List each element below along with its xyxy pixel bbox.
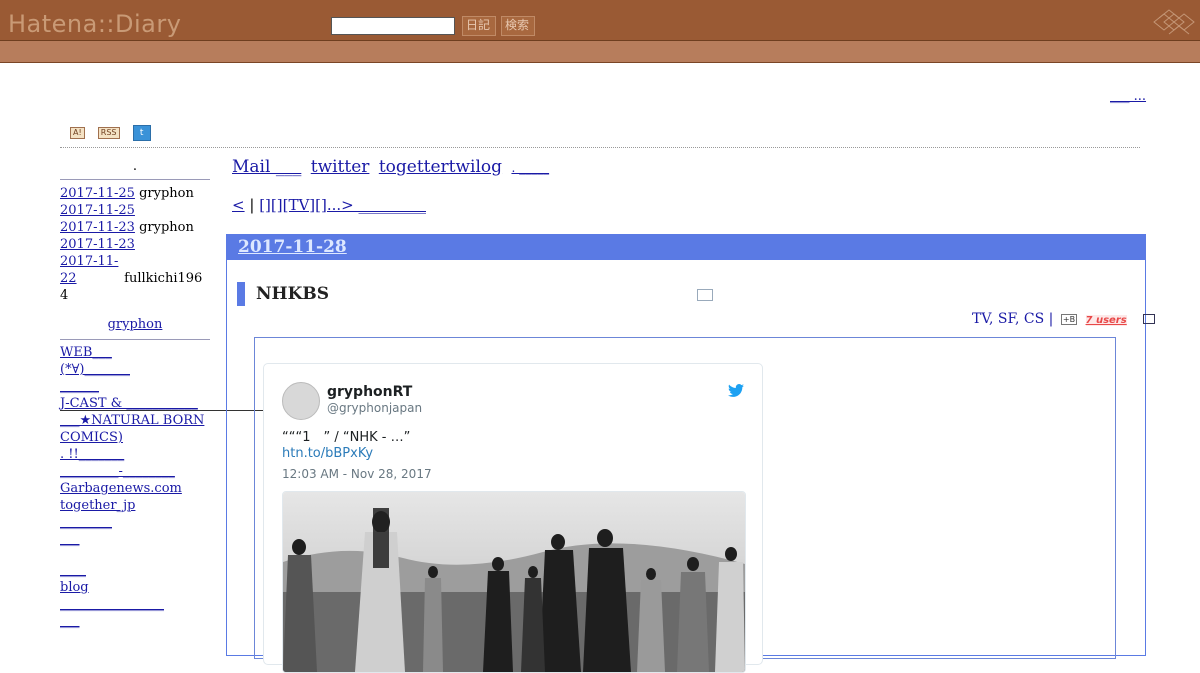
- keyword-title: gryphon: [60, 316, 210, 333]
- embedded-tweet[interactable]: gryphonRT @gryphonjapan “““1 ” / “NHK - …: [263, 363, 763, 673]
- sidebar-link[interactable]: blog: [60, 580, 89, 595]
- entry-title[interactable]: NHKBS: [256, 284, 329, 304]
- sidebar-link[interactable]: ___: [60, 614, 80, 629]
- recent-comments-list: 2017-11-25 gryphon 2017-11-25 2017-11-23…: [60, 185, 210, 304]
- list-item: blog: [60, 579, 210, 596]
- list-item: 2017-11-22 fullkichi1964: [60, 254, 202, 303]
- nav-link-twitter[interactable]: twitter: [311, 157, 370, 177]
- tweet-photo[interactable]: [282, 491, 746, 673]
- list-item: ________: [60, 514, 210, 531]
- image-icon: [697, 289, 713, 301]
- next-link[interactable]: [][][TV][]...> _________: [259, 196, 426, 214]
- comment-user: gryphon: [139, 186, 194, 201]
- sidebar-link[interactable]: WEB___: [60, 345, 112, 360]
- comment-user: gryphon: [139, 220, 194, 235]
- comment-date-link[interactable]: 2017-11-25: [60, 203, 135, 218]
- list-item: ________________: [60, 596, 210, 613]
- sidebar-link[interactable]: ________________: [60, 597, 164, 612]
- tweet-timestamp[interactable]: 12:03 AM - Nov 28, 2017: [282, 467, 432, 481]
- twitter-bird-icon[interactable]: [728, 384, 744, 398]
- tweet-author-handle[interactable]: @gryphonjapan: [327, 401, 422, 415]
- hatena-diary-logo[interactable]: Hatena::Diary: [8, 10, 181, 38]
- category-links[interactable]: TV, SF, CS |: [972, 311, 1053, 327]
- comment-date-link[interactable]: 2017-11-23: [60, 237, 135, 252]
- list-item: . !!_______: [60, 446, 210, 463]
- keyword-title-link[interactable]: gryphon: [108, 317, 163, 332]
- list-item: 2017-11-23 gryphon: [60, 219, 210, 236]
- list-item: 2017-11-23: [60, 236, 210, 253]
- list-item: (*∀)_______: [60, 361, 210, 378]
- list-item: ____: [60, 562, 210, 579]
- search-input[interactable]: [331, 17, 455, 35]
- tweet-link[interactable]: htn.to/bBPxKy: [282, 446, 373, 461]
- day-date[interactable]: 2017-11-28: [238, 237, 347, 257]
- list-item: 2017-11-25: [60, 202, 210, 219]
- sidebar-divider: [60, 339, 210, 340]
- list-item: WEB___: [60, 344, 210, 361]
- search-button[interactable]: 検索: [501, 16, 535, 36]
- pager-separator: |: [249, 196, 255, 214]
- bookmark-users-link[interactable]: 7 users: [1085, 315, 1127, 326]
- sidebar-title: .: [60, 158, 210, 180]
- sidebar: . 2017-11-25 gryphon 2017-11-25 2017-11-…: [60, 158, 210, 630]
- nav-link-togetter[interactable]: togettertwilog: [379, 157, 502, 177]
- comment-icon[interactable]: [1143, 314, 1156, 324]
- list-item: together_jp: [60, 497, 210, 514]
- pager: < | [][][TV][]...> _________: [232, 196, 426, 214]
- feed-icons: A! RSS t: [70, 122, 151, 141]
- prev-link[interactable]: <: [232, 196, 245, 214]
- diary-button[interactable]: 日記: [462, 16, 496, 36]
- antenna-icon[interactable]: A!: [70, 126, 85, 139]
- top-right-link[interactable]: ___ ...: [1110, 89, 1146, 104]
- sidebar-link[interactable]: ___★NATURAL BORN COMICS): [60, 413, 204, 445]
- list-item: Garbagenews.com: [60, 480, 210, 497]
- divider: [60, 147, 1140, 148]
- sidebar-link[interactable]: ___: [60, 532, 80, 547]
- comment-date-link[interactable]: 2017-11-25: [60, 186, 135, 201]
- sidebar-link[interactable]: ____: [60, 563, 86, 578]
- nav-link-extra[interactable]: . _____: [511, 161, 549, 175]
- sub-bar: [0, 41, 1200, 63]
- hatena-mark-icon: [1153, 9, 1195, 35]
- entry-meta: TV, SF, CS | +B 7 users: [972, 311, 1156, 327]
- list-item: ______: [60, 378, 210, 395]
- comment-date-link[interactable]: 2017-11-23: [60, 220, 135, 235]
- top-nav: Mail ___ twitter togettertwilog . _____: [232, 157, 553, 177]
- avatar[interactable]: [282, 382, 320, 420]
- list-item: 2017-11-25 gryphon: [60, 185, 210, 202]
- hatena-bookmark-icon[interactable]: +B: [1060, 313, 1078, 325]
- sidebar-link[interactable]: J-CAST & ___________: [60, 396, 198, 411]
- comment-date-link[interactable]: 2017-11-22: [60, 253, 120, 287]
- tweet-text: “““1 ” / “NHK - …”: [282, 430, 411, 445]
- sidebar-link[interactable]: _________-________: [60, 464, 175, 479]
- rss-icon[interactable]: RSS: [97, 126, 120, 139]
- day-header: 2017-11-28: [227, 235, 1145, 260]
- twitter-icon[interactable]: t: [132, 124, 151, 141]
- nav-link-mail[interactable]: Mail ___: [232, 157, 301, 177]
- list-item: _________-________: [60, 463, 210, 480]
- sidebar-link[interactable]: together_jp: [60, 498, 135, 513]
- entry-title-marker: [237, 282, 245, 306]
- link-list: WEB___ (*∀)_______ ______ J-CAST & _____…: [60, 344, 210, 630]
- list-item: ___: [60, 613, 210, 630]
- sidebar-link[interactable]: (*∀)_______: [60, 362, 130, 377]
- list-item: ___: [60, 531, 210, 548]
- sidebar-link[interactable]: ________: [60, 515, 112, 530]
- sidebar-link[interactable]: Garbagenews.com: [60, 481, 182, 496]
- zombie-crowd-photo: [283, 492, 745, 672]
- sidebar-link[interactable]: ______: [60, 379, 99, 394]
- tweet-author-name[interactable]: gryphonRT: [327, 384, 412, 400]
- list-item: ___★NATURAL BORN COMICS): [60, 412, 210, 446]
- sidebar-link[interactable]: . !!_______: [60, 447, 124, 462]
